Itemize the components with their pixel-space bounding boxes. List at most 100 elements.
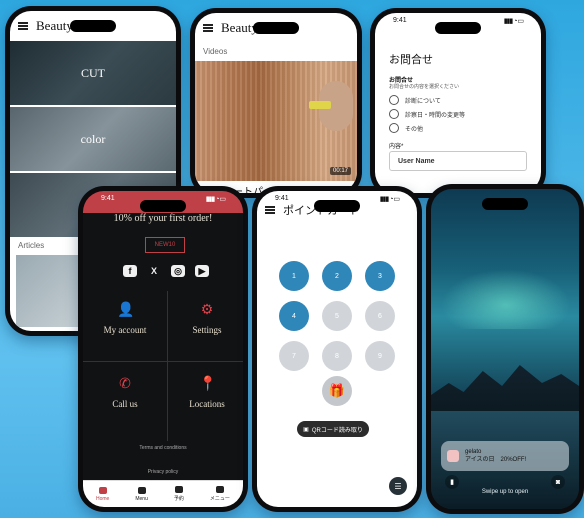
phone-point-card: 9:41 ▮▮▮ ◔ ▭ ポイントカード 123456789 🎁 ▣ QRコード… <box>252 186 422 512</box>
promo-code-button[interactable]: NEW10 <box>145 237 185 253</box>
dynamic-island <box>140 200 186 212</box>
push-notification[interactable]: gelato アイスの日 20%OFF! <box>441 441 569 471</box>
tab-label: 予約 <box>173 496 184 502</box>
map-pin-icon: 📍 <box>199 377 217 392</box>
phone-beauty-videos: Beauty DEMO Videos 00:17 ストレートパーマ解説 <box>190 8 362 198</box>
home-icon <box>98 486 107 494</box>
radio-label: その他 <box>405 126 424 133</box>
instagram-icon[interactable]: ◎ <box>171 265 185 277</box>
tile-label: My account <box>103 325 147 335</box>
point-card-screen: 9:41 ▮▮▮ ◔ ▭ ポイントカード 123456789 🎁 ▣ QRコード… <box>257 191 417 507</box>
page-title: お問合せ <box>389 54 433 66</box>
qr-label: QRコード読み取り <box>311 427 363 434</box>
call-us-tile[interactable]: ✆ Call us <box>85 377 165 409</box>
phone-icon: ✆ <box>119 377 131 392</box>
tab-home[interactable]: Home <box>96 486 110 502</box>
tile-label: Call us <box>112 399 138 409</box>
video-duration: 00:17 <box>329 167 351 175</box>
grid-divider <box>83 361 243 362</box>
list-icon <box>215 486 224 493</box>
settings-tile[interactable]: ⚙ Settings <box>167 303 243 335</box>
article-thumbnail[interactable] <box>16 255 86 327</box>
status-time: 9:41 <box>275 195 289 202</box>
my-account-tile[interactable]: 👤 My account <box>85 303 165 335</box>
promo-text: 10% off your first order! <box>113 213 213 224</box>
tab-label: メニュー <box>209 496 230 502</box>
gift-icon[interactable]: 🎁 <box>322 376 352 406</box>
x-icon[interactable]: X <box>147 265 161 277</box>
swipe-hint: Swipe up to open <box>481 489 529 495</box>
stamp-slot: 9 <box>365 341 395 371</box>
category-color[interactable]: color <box>10 107 176 171</box>
name-input[interactable]: User Name <box>389 151 527 171</box>
tab-more[interactable]: メニュー <box>210 486 230 502</box>
tab-menu[interactable]: Menu <box>135 486 148 502</box>
stamp-slot: 5 <box>322 301 352 331</box>
aurora-background <box>441 269 571 329</box>
radio-circle-icon <box>389 109 399 119</box>
bottom-tab-bar: Home Menu 予約 メニュー <box>83 480 243 507</box>
calendar-icon <box>174 486 183 493</box>
dynamic-island <box>482 198 528 210</box>
tab-label: Home <box>96 495 110 502</box>
facebook-icon[interactable]: f <box>123 265 137 277</box>
hamburger-icon[interactable] <box>203 24 213 32</box>
stamp-slot: 4 <box>279 301 309 331</box>
tab-label: Menu <box>135 495 148 502</box>
stamp-slot: 3 <box>365 261 395 291</box>
signal-wifi-battery-icon: ▮▮▮ ◔ ▭ <box>503 18 524 25</box>
notification-app: gelato <box>465 449 482 455</box>
category-label: color <box>80 131 106 146</box>
radio-option[interactable]: 診察日・時間の変更等 <box>389 109 465 119</box>
radio-circle-icon <box>389 123 399 133</box>
articles-heading: Articles <box>18 241 45 250</box>
dynamic-island <box>70 20 116 32</box>
contact-form-screen: 9:41 ▮▮▮ ◔ ▭ お問合せ お問合せ お問合せの内容を選択ください 診断… <box>375 13 541 193</box>
phone-restaurant-menu: 9:41 ▮▮▮ ◔ ▭ 10% off your first order! N… <box>78 186 248 512</box>
radio-circle-icon <box>389 95 399 105</box>
qr-scan-button[interactable]: ▣ QRコード読み取り <box>297 421 369 437</box>
notification-text: gelato アイスの日 20%OFF! <box>465 448 526 464</box>
locations-tile[interactable]: 📍 Locations <box>167 377 243 409</box>
youtube-icon[interactable]: ▶ <box>195 265 209 277</box>
tab-reserve[interactable]: 予約 <box>174 486 184 502</box>
terms-link[interactable]: Terms and conditions <box>83 445 243 451</box>
notification-message: アイスの日 20%OFF! <box>465 457 527 463</box>
menu-icon <box>137 486 146 494</box>
dynamic-island <box>253 22 299 34</box>
app-icon <box>447 450 459 462</box>
radio-label: 診断について <box>405 98 441 105</box>
tile-label: Locations <box>189 399 225 409</box>
menu-fab[interactable]: ☰ <box>389 477 407 495</box>
input-placeholder: User Name <box>398 157 435 165</box>
hamburger-icon[interactable] <box>18 22 28 30</box>
stamp-slot: 8 <box>322 341 352 371</box>
qr-icon: ▣ <box>303 426 309 433</box>
status-time: 9:41 <box>101 195 115 202</box>
signal-wifi-battery-icon: ▮▮▮ ◔ ▭ <box>379 196 400 203</box>
flashlight-icon[interactable]: ▮ <box>445 475 459 489</box>
stamp-slot: 7 <box>279 341 309 371</box>
camera-icon[interactable]: ◙ <box>551 475 565 489</box>
signal-wifi-battery-icon: ▮▮▮ ◔ ▭ <box>205 196 226 203</box>
stamp-slot: 6 <box>365 301 395 331</box>
video-thumbnail[interactable]: 00:17 <box>195 61 357 181</box>
dynamic-island <box>314 200 360 212</box>
phone-lock-screen: gelato アイスの日 20%OFF! ▮ ◙ Swipe up to ope… <box>426 184 584 514</box>
hair-clip-image <box>309 101 331 109</box>
mountain-background <box>431 365 579 419</box>
status-time: 9:41 <box>393 17 407 24</box>
user-icon: 👤 <box>117 303 135 318</box>
radio-label: 診察日・時間の変更等 <box>405 112 466 119</box>
content-label: 内容* <box>389 144 404 150</box>
gear-icon: ⚙ <box>200 303 214 318</box>
category-cut[interactable]: CUT <box>10 41 176 105</box>
radio-option[interactable]: その他 <box>389 123 423 133</box>
stamp-slot: 1 <box>279 261 309 291</box>
phone-contact-form: 9:41 ▮▮▮ ◔ ▭ お問合せ お問合せ お問合せの内容を選択ください 診断… <box>370 8 546 198</box>
radio-option[interactable]: 診断について <box>389 95 441 105</box>
tile-label: Settings <box>192 325 222 335</box>
lock-screen: gelato アイスの日 20%OFF! ▮ ◙ Swipe up to ope… <box>431 189 579 509</box>
section-subtitle: お問合せの内容を選択ください <box>389 84 460 90</box>
privacy-link[interactable]: Privacy policy <box>83 469 243 475</box>
